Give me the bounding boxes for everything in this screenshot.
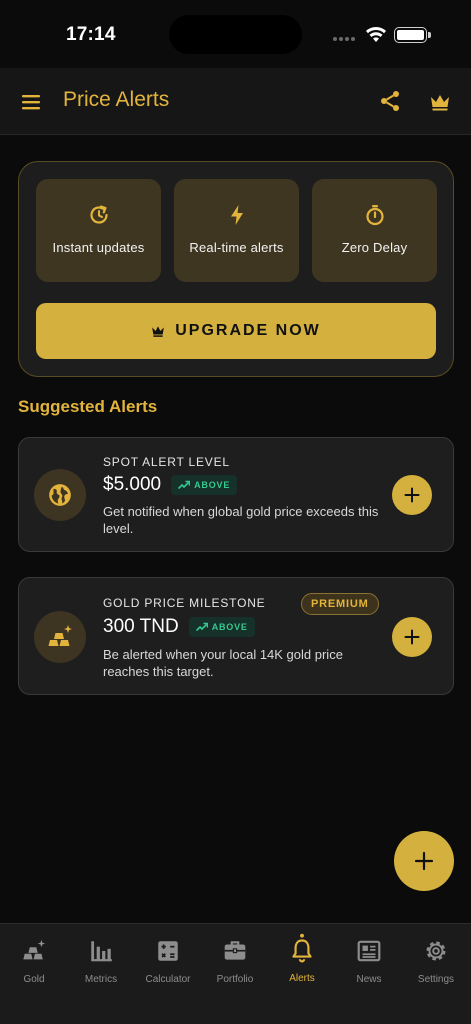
globe-icon [49,484,71,506]
upgrade-card: Instant updates Real-time alerts Zero De… [18,161,454,377]
stopwatch-icon [365,205,384,226]
tab-portfolio[interactable]: Portfolio [203,938,267,985]
upgrade-now-label: UPGRADE NOW [175,322,321,339]
alert-kicker: GOLD PRICE MILESTONE [103,596,266,610]
gold-bars-icon [23,939,46,960]
alert-value-row: 300 TND ABOVE [103,616,255,638]
status-time: 17:14 [66,24,116,45]
app-header: Price Alerts [0,68,471,135]
page-title: Price Alerts [63,88,170,111]
upgrade-now-button[interactable]: UPGRADE NOW [36,303,436,359]
create-alert-fab[interactable] [394,831,454,891]
feature-zero-delay: Zero Delay [312,179,437,282]
feature-list: Instant updates Real-time alerts Zero De… [36,179,437,282]
alert-description: Get notified when global gold price exce… [103,504,379,536]
calculator-icon [158,941,178,961]
above-label: ABOVE [194,480,231,490]
above-label: ABOVE [211,622,248,632]
alert-value: 300 TND [103,616,179,637]
above-badge: ABOVE [171,475,238,495]
bottom-tab-bar: Gold Metrics Calculator Portfolio Alerts… [0,923,471,1024]
wifi-icon [366,27,386,42]
trend-up-icon [195,622,208,632]
tab-settings[interactable]: Settings [404,938,468,985]
alert-value-row: $5.000 ABOVE [103,474,238,496]
status-bar: 17:14 [0,0,471,68]
plus-icon [404,487,420,503]
tab-label: Gold [23,974,45,985]
add-alert-button[interactable] [392,617,432,657]
above-badge: ABOVE [188,617,255,637]
suggested-alert-card: GOLD PRICE MILESTONE PREMIUM 300 TND ABO… [18,577,454,695]
bar-chart-icon [91,941,112,962]
add-alert-button[interactable] [392,475,432,515]
feature-label: Zero Delay [341,240,408,255]
tab-label: Metrics [84,974,118,985]
tab-label: Settings [417,974,455,985]
gold-bars-icon [48,625,72,646]
feature-instant-updates: Instant updates [36,179,161,282]
alert-description: Be alerted when your local 14K gold pric… [103,647,343,679]
dynamic-island [169,15,302,54]
gear-icon [426,941,446,961]
premium-label: PREMIUM [311,598,369,610]
tab-alerts[interactable]: Alerts [270,933,334,984]
suggested-alert-card: SPOT ALERT LEVEL $5.000 ABOVE Get notifi… [18,437,454,552]
plus-icon [404,629,420,645]
briefcase-icon [224,941,246,960]
battery-icon [394,27,431,43]
suggested-alerts-title: Suggested Alerts [18,397,158,416]
tab-gold[interactable]: Gold [2,938,66,985]
plus-icon [414,851,434,871]
alert-avatar [34,611,86,663]
crown-icon [152,326,165,337]
feature-label: Instant updates [52,240,145,255]
alert-value: $5.000 [103,474,162,495]
tab-news[interactable]: News [337,938,401,985]
tab-calculator[interactable]: Calculator [136,938,200,985]
tab-label: Calculator [145,974,191,985]
tab-label: News [356,974,382,985]
tab-label: Alerts [289,973,315,984]
lightning-icon [230,205,243,225]
alert-avatar [34,469,86,521]
bell-icon [292,933,312,963]
trend-up-icon [178,480,191,490]
cellular-signal-icon [333,37,355,41]
feature-label: Real-time alerts [189,240,284,255]
menu-icon[interactable] [20,90,44,114]
tab-metrics[interactable]: Metrics [69,938,133,985]
crown-icon[interactable] [428,90,452,114]
newspaper-icon [357,940,381,962]
share-icon[interactable] [378,89,402,113]
tab-label: Portfolio [216,974,254,985]
premium-badge: PREMIUM [301,593,379,615]
refresh-clock-icon [89,205,108,224]
alert-kicker: SPOT ALERT LEVEL [103,455,230,469]
feature-real-time-alerts: Real-time alerts [174,179,299,282]
